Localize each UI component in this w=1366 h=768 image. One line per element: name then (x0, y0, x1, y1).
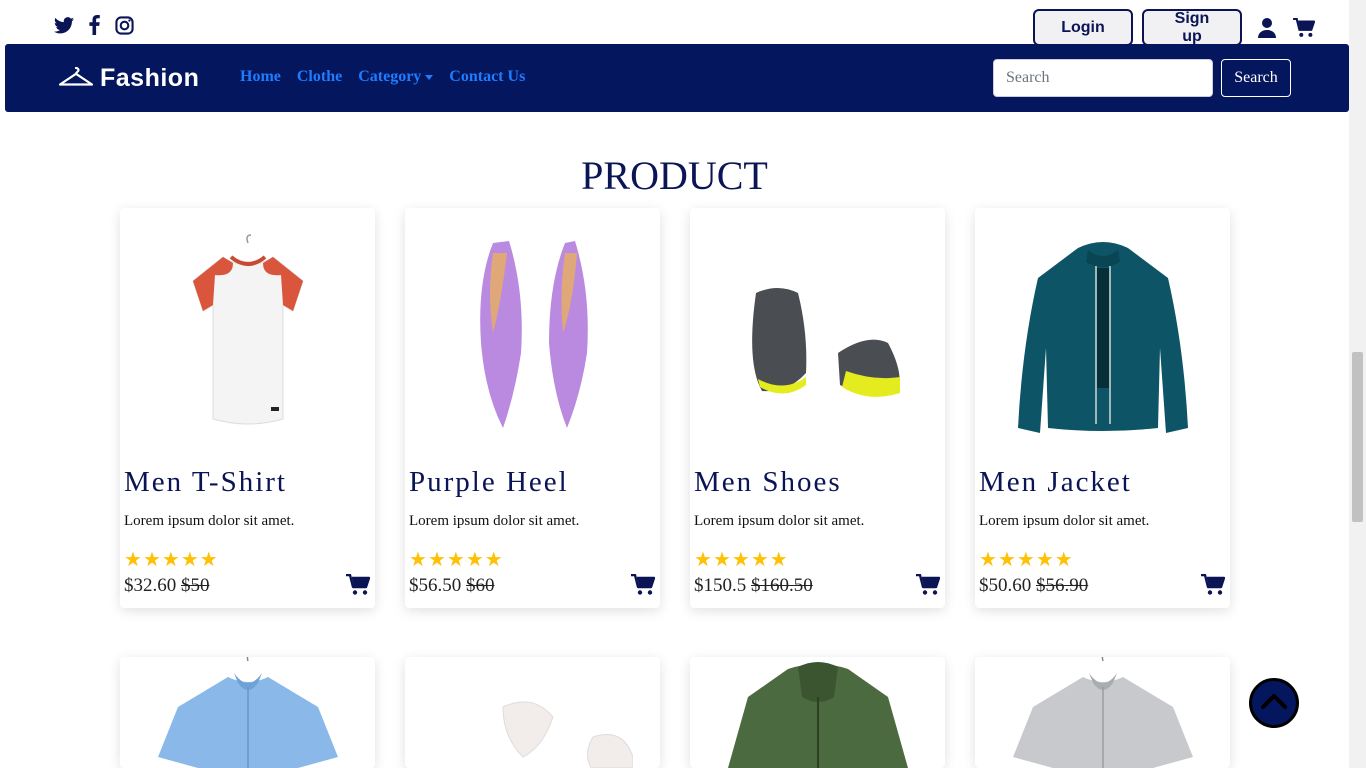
product-image-shoes (690, 208, 945, 458)
star-icon: ★ (979, 549, 997, 571)
section-title: PRODUCT (581, 153, 768, 198)
product-card[interactable] (120, 657, 375, 768)
current-price: $50.60 (979, 575, 1032, 596)
product-price: $50.60 $56.90 (979, 575, 1088, 597)
star-icon: ★ (1054, 549, 1073, 571)
product-name: Men Shoes (694, 466, 842, 498)
nav-category-dropdown[interactable]: Category (358, 68, 434, 86)
brand-name: Fashion (100, 64, 200, 92)
product-price: $150.5 $160.50 (694, 575, 813, 597)
search-input[interactable] (993, 59, 1213, 97)
product-name: Purple Heel (409, 466, 569, 498)
star-icon: ★ (694, 549, 712, 571)
main-navbar: Fashion Home Clothe Category Contact Us … (5, 44, 1349, 112)
product-name: Men Jacket (979, 466, 1132, 498)
star-icon: ★ (427, 549, 446, 571)
nav-category-label: Category (358, 68, 422, 85)
add-to-cart-icon[interactable] (346, 573, 371, 598)
star-icon: ★ (712, 549, 731, 571)
product-rating: ★ ★ ★ ★ ★ (409, 550, 503, 570)
star-icon: ★ (997, 549, 1016, 571)
product-card[interactable]: Men T-Shirt Lorem ipsum dolor sit amet. … (120, 208, 375, 608)
top-bar: Login Sign up (0, 0, 1366, 46)
search-button[interactable]: Search (1221, 59, 1291, 97)
current-price: $32.60 (124, 575, 177, 596)
nav-links: Home Clothe Category Contact Us (240, 68, 525, 86)
login-button[interactable]: Login (1033, 9, 1133, 46)
user-icon[interactable] (1255, 16, 1279, 40)
current-price: $150.5 (694, 575, 747, 596)
product-image-heel (405, 208, 660, 458)
add-to-cart-icon[interactable] (631, 573, 656, 598)
star-icon: ★ (180, 549, 199, 571)
product-card[interactable]: Purple Heel Lorem ipsum dolor sit amet. … (405, 208, 660, 608)
twitter-icon[interactable] (54, 14, 74, 36)
nav-home[interactable]: Home (240, 68, 281, 86)
add-to-cart-icon[interactable] (1201, 573, 1226, 598)
product-description: Lorem ipsum dolor sit amet. (979, 513, 1150, 529)
product-image-white-shoes (405, 657, 660, 768)
star-icon: ★ (731, 549, 750, 571)
caret-down-icon (425, 74, 434, 80)
star-icon: ★ (750, 549, 769, 571)
product-price: $32.60 $50 (124, 575, 210, 597)
star-icon: ★ (1016, 549, 1035, 571)
auth-area: Login Sign up (1033, 9, 1316, 46)
brand-logo[interactable]: Fashion (58, 64, 199, 93)
current-price: $56.50 (409, 575, 462, 596)
page-scrollbar[interactable] (1349, 0, 1366, 768)
star-icon: ★ (1035, 549, 1054, 571)
facebook-icon[interactable] (84, 14, 104, 36)
star-icon: ★ (446, 549, 465, 571)
nav-contact[interactable]: Contact Us (449, 68, 525, 86)
product-image-blue-shirt (120, 657, 375, 768)
old-price: $50 (181, 575, 210, 596)
star-icon: ★ (124, 549, 142, 571)
product-rating: ★ ★ ★ ★ ★ (694, 550, 788, 570)
product-name: Men T-Shirt (124, 466, 287, 498)
product-rating: ★ ★ ★ ★ ★ (979, 550, 1073, 570)
hanger-icon (58, 65, 94, 92)
product-image-green-jacket (690, 657, 945, 768)
scrollbar-thumb[interactable] (1352, 352, 1363, 522)
product-image-grey-shirt (975, 657, 1230, 768)
star-icon: ★ (161, 549, 180, 571)
product-card[interactable] (975, 657, 1230, 768)
signup-button[interactable]: Sign up (1142, 9, 1242, 46)
social-links (54, 14, 134, 36)
instagram-icon[interactable] (114, 14, 134, 36)
old-price: $56.90 (1036, 575, 1089, 596)
chevron-up-icon (1260, 692, 1288, 715)
star-icon: ★ (199, 549, 218, 571)
scroll-to-top-button[interactable] (1249, 678, 1299, 728)
product-price: $56.50 $60 (409, 575, 495, 597)
product-description: Lorem ipsum dolor sit amet. (124, 513, 295, 529)
product-card[interactable] (690, 657, 945, 768)
star-icon: ★ (409, 549, 427, 571)
star-icon: ★ (142, 549, 161, 571)
old-price: $60 (466, 575, 495, 596)
product-description: Lorem ipsum dolor sit amet. (409, 513, 580, 529)
product-description: Lorem ipsum dolor sit amet. (694, 513, 865, 529)
product-image-jacket (975, 208, 1230, 458)
product-card[interactable]: Men Jacket Lorem ipsum dolor sit amet. ★… (975, 208, 1230, 608)
star-icon: ★ (465, 549, 484, 571)
product-image-tshirt (120, 208, 375, 458)
product-card[interactable] (405, 657, 660, 768)
cart-icon[interactable] (1292, 16, 1316, 40)
product-rating: ★ ★ ★ ★ ★ (124, 550, 218, 570)
product-card[interactable]: Men Shoes Lorem ipsum dolor sit amet. ★ ★… (690, 208, 945, 608)
star-icon: ★ (769, 549, 788, 571)
nav-clothe[interactable]: Clothe (297, 68, 342, 86)
add-to-cart-icon[interactable] (916, 573, 941, 598)
old-price: $160.50 (751, 575, 813, 596)
star-icon: ★ (484, 549, 503, 571)
